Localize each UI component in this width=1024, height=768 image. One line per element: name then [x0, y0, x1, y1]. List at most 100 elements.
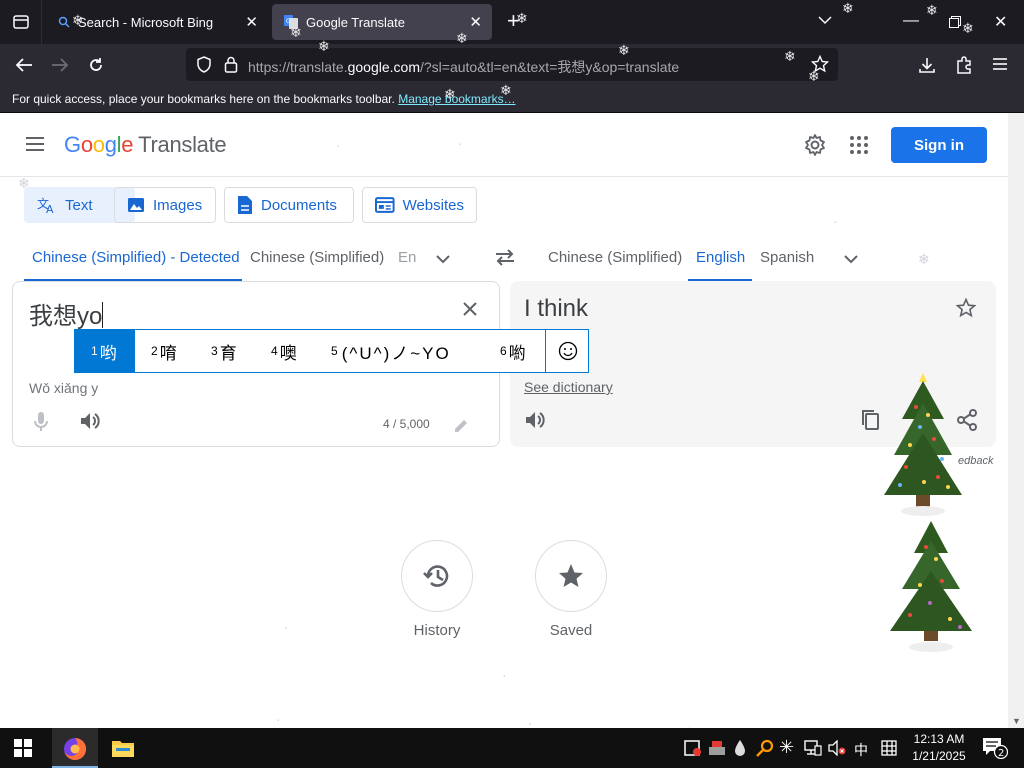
ime-candidate[interactable]: 5 (^U^)ノ~YO	[331, 330, 451, 372]
source-lang-detected[interactable]: Chinese (Simplified) - Detected	[32, 249, 240, 266]
source-lang-option[interactable]: En	[398, 249, 422, 266]
snowflake-decoration-icon: ·	[502, 667, 507, 683]
more-target-languages-chevron-icon[interactable]	[844, 254, 858, 264]
sign-in-button[interactable]: Sign in	[891, 127, 987, 163]
ime-emoji-button[interactable]	[545, 330, 589, 372]
back-button[interactable]	[11, 52, 37, 78]
candidate-text: 育	[219, 343, 237, 363]
app-menu-hamburger-icon[interactable]	[992, 57, 1008, 71]
tray-app-icon[interactable]	[684, 740, 702, 756]
tray-search-key-icon[interactable]	[756, 739, 774, 757]
tracking-protection-shield-icon[interactable]	[196, 56, 212, 73]
main-menu-icon[interactable]	[24, 135, 46, 153]
tray-network-devices-icon[interactable]	[708, 739, 726, 757]
source-language-bar: Chinese (Simplified) - Detected Chinese …	[0, 243, 500, 281]
close-window-icon[interactable]: ✕	[994, 12, 1007, 32]
snowflake-decoration-icon: ·	[833, 213, 838, 229]
tray-water-drop-icon[interactable]	[734, 739, 746, 757]
listen-translation-speaker-icon[interactable]	[524, 409, 546, 431]
snowflake-decoration-icon: ❄	[456, 30, 468, 46]
downloads-icon[interactable]	[918, 56, 936, 74]
candidate-text: 哟	[99, 343, 117, 363]
firefox-icon[interactable]	[62, 736, 88, 762]
ime-candidate-window: 1哟 2唷 3育 4噢 5 (^U^)ノ~YO 6喲	[74, 329, 589, 373]
mode-websites-button[interactable]: Websites	[362, 187, 477, 223]
mode-label: Text	[65, 196, 93, 214]
candidate-number: 3	[211, 344, 218, 358]
candidate-text: 噢	[279, 343, 297, 363]
christmas-tree-decoration-icon	[890, 521, 972, 652]
lock-icon[interactable]	[224, 56, 238, 73]
target-lang-option[interactable]: Chinese (Simplified)	[548, 249, 682, 266]
extensions-puzzle-icon[interactable]	[955, 55, 973, 74]
microphone-icon[interactable]	[33, 411, 49, 433]
smiley-face-icon	[558, 341, 577, 361]
settings-gear-icon[interactable]	[803, 133, 827, 157]
snowflake-decoration-icon: ❄	[18, 175, 30, 191]
notification-chat-icon: 2	[983, 738, 1009, 760]
snowflake-decoration-icon: ❄	[618, 42, 630, 58]
action-center-button[interactable]: 2	[982, 737, 1009, 764]
bing-search-icon	[58, 16, 70, 28]
ime-candidate[interactable]: 2唷	[151, 330, 177, 372]
forward-button[interactable]	[47, 52, 73, 78]
address-bar[interactable]: https://translate.google.com/?sl=auto&tl…	[186, 48, 838, 81]
browser-tab-bar: Search - Microsoft Bing ✕ G Google Trans…	[0, 0, 1024, 44]
mode-documents-button[interactable]: Documents	[224, 187, 354, 223]
save-translation-star-icon[interactable]	[956, 298, 976, 318]
restore-window-icon[interactable]	[949, 16, 961, 28]
tray-ime-language-indicator[interactable]: 中	[854, 740, 868, 760]
tray-network-icon[interactable]	[804, 740, 822, 756]
google-translate-logo[interactable]: Google Translate	[64, 132, 227, 158]
url-text[interactable]: https://translate.google.com/?sl=auto&tl…	[248, 57, 679, 77]
manage-bookmarks-link[interactable]: Manage bookmarks…	[398, 92, 515, 106]
tray-snowflake-app-icon[interactable]: ✳	[779, 737, 794, 758]
source-lang-option[interactable]: Chinese (Simplified)	[250, 249, 384, 266]
ime-candidate[interactable]: 4噢	[271, 330, 297, 372]
saved-star-icon	[559, 564, 583, 587]
page-vertical-scrollbar[interactable]: ▼	[1008, 113, 1024, 728]
saved-button[interactable]	[535, 540, 607, 612]
ime-candidate[interactable]: 6喲	[500, 330, 526, 372]
file-explorer-folder-icon[interactable]	[111, 738, 135, 758]
clear-source-text-icon[interactable]	[461, 300, 479, 318]
reload-button[interactable]	[83, 52, 109, 78]
mode-images-button[interactable]: Images	[114, 187, 216, 223]
back-arrow-icon	[15, 58, 32, 72]
website-icon	[375, 197, 395, 213]
tab-list-button[interactable]	[0, 0, 42, 44]
history-button[interactable]	[401, 540, 473, 612]
target-lang-english[interactable]: English	[696, 249, 745, 266]
swap-languages-icon[interactable]	[494, 248, 516, 266]
snowflake-decoration-icon: ❄	[784, 48, 796, 64]
taskbar-clock[interactable]: 12:13 AM 1/21/2025	[904, 731, 974, 765]
reload-icon	[90, 58, 102, 71]
url-prefix: https://translate.	[248, 59, 348, 75]
close-tab-icon[interactable]: ✕	[245, 13, 258, 31]
snowflake-decoration-icon: ❄	[918, 251, 930, 267]
snowflake-decoration-icon: ❄	[516, 10, 528, 26]
clock-date: 1/21/2025	[912, 749, 966, 763]
tray-ime-mode-grid-icon[interactable]	[881, 740, 897, 756]
close-tab-icon[interactable]: ✕	[469, 13, 482, 31]
document-icon	[238, 196, 252, 214]
google-apps-grid-icon[interactable]	[848, 134, 870, 156]
target-lang-option[interactable]: Spanish	[760, 249, 814, 266]
site-header: Google Translate Sign in	[0, 113, 1008, 177]
list-all-tabs-chevron-icon[interactable]	[818, 15, 832, 25]
scroll-down-arrow-icon[interactable]: ▼	[1012, 716, 1021, 726]
text-caret	[102, 302, 104, 328]
edit-pencil-icon[interactable]	[453, 418, 469, 434]
tray-volume-muted-icon[interactable]	[828, 740, 846, 756]
tab-list-icon	[12, 15, 29, 29]
listen-speaker-icon[interactable]	[79, 410, 101, 432]
snowflake-decoration-icon: ❄	[962, 20, 974, 36]
candidate-number: 6	[500, 344, 507, 358]
ime-candidate[interactable]: 1哟	[75, 330, 135, 372]
ime-candidate[interactable]: 3育	[211, 330, 237, 372]
more-source-languages-chevron-icon[interactable]	[436, 254, 450, 264]
see-dictionary-link[interactable]: See dictionary	[524, 379, 613, 395]
windows-start-icon[interactable]	[14, 739, 32, 757]
minimize-window-icon[interactable]: —	[903, 12, 919, 30]
source-text-input[interactable]: 我想yo	[29, 296, 104, 331]
